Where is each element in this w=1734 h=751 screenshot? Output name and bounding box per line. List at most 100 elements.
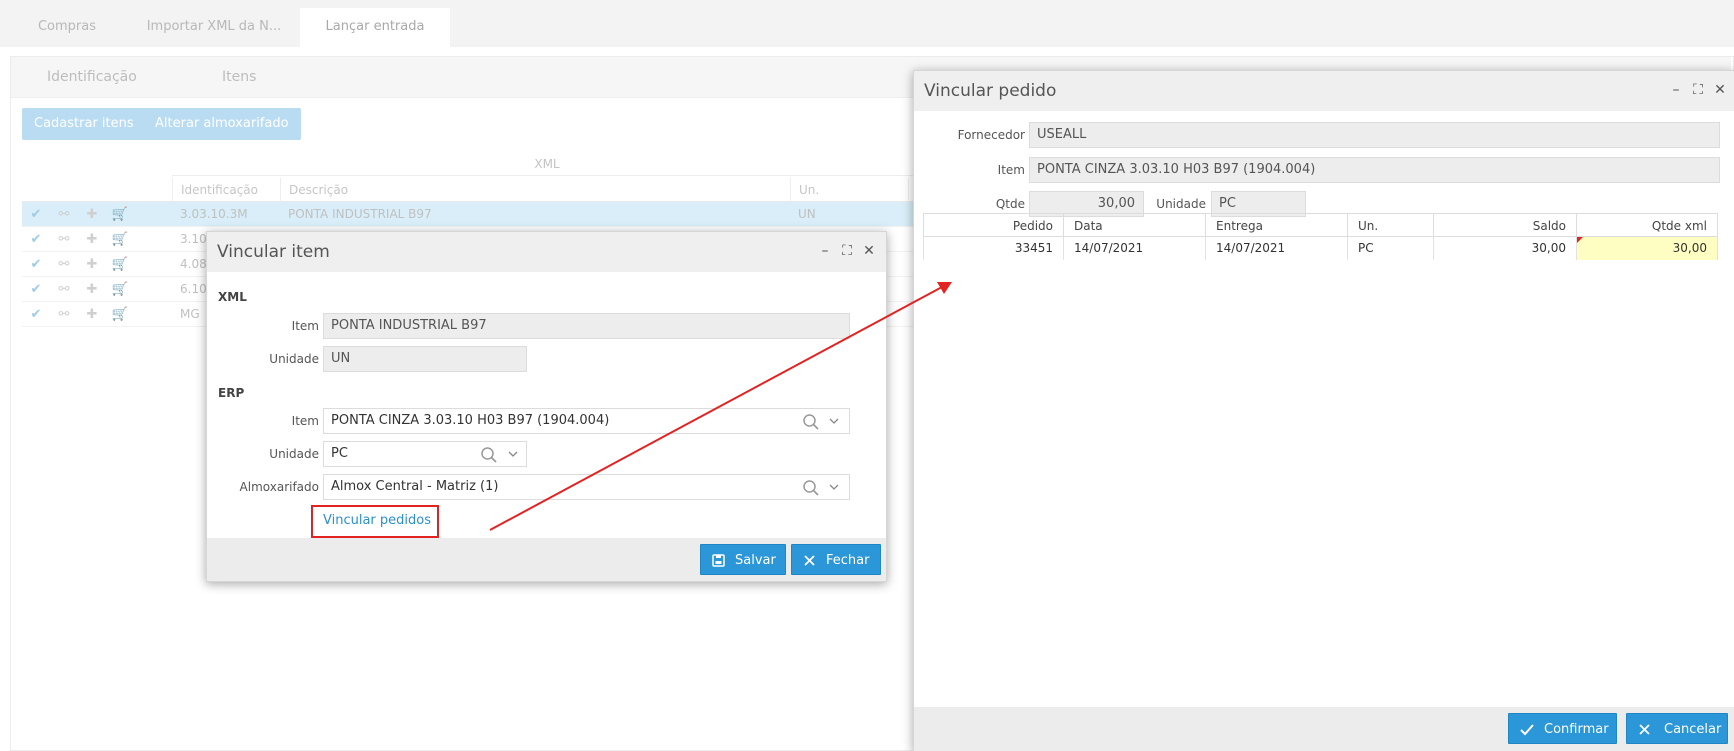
chevron-down-icon[interactable] bbox=[508, 450, 518, 458]
col-un[interactable]: Un. bbox=[790, 178, 908, 202]
vincular-pedidos-link[interactable]: Vincular pedidos bbox=[323, 513, 431, 528]
cell-data: 14/07/2021 bbox=[1064, 237, 1206, 260]
col-pedido[interactable]: Pedido bbox=[923, 213, 1064, 237]
xml-item-field: PONTA INDUSTRIAL B97 bbox=[323, 313, 850, 339]
close-button[interactable]: Fechar bbox=[791, 544, 881, 575]
cell-un: UN bbox=[798, 207, 816, 221]
dialog-title: Vincular item bbox=[217, 242, 330, 262]
plus-icon[interactable]: ✚ bbox=[78, 227, 106, 252]
close-icon bbox=[804, 555, 815, 566]
section-xml: XML bbox=[218, 290, 247, 304]
col-un[interactable]: Un. bbox=[1348, 213, 1434, 237]
col-data[interactable]: Data bbox=[1064, 213, 1206, 237]
cart-icon[interactable]: 🛒 bbox=[106, 277, 134, 302]
erp-item-combobox[interactable]: PONTA CINZA 3.03.10 H03 B97 (1904.004) bbox=[323, 408, 850, 434]
cancel-button[interactable]: Cancelar bbox=[1626, 713, 1728, 744]
plus-icon[interactable]: ✚ bbox=[78, 252, 106, 277]
link-icon[interactable]: ⚯ bbox=[50, 252, 78, 277]
col-saldo[interactable]: Saldo bbox=[1434, 213, 1577, 237]
link-icon[interactable]: ⚯ bbox=[50, 302, 78, 327]
fornecedor-field: USEALL bbox=[1029, 122, 1720, 148]
cart-icon[interactable]: 🛒 bbox=[106, 227, 134, 252]
erp-item-value: PONTA CINZA 3.03.10 H03 B97 (1904.004) bbox=[331, 413, 610, 428]
dialog-titlebar[interactable]: Vincular item – ⛶ ✕ bbox=[207, 232, 886, 272]
dialog-title: Vincular pedido bbox=[924, 81, 1057, 101]
cell-saldo: 30,00 bbox=[1434, 237, 1577, 260]
dialog-titlebar[interactable]: Vincular pedido – ⛶ ✕ bbox=[914, 71, 1734, 111]
close-label: Fechar bbox=[826, 553, 870, 568]
minimize-icon[interactable]: – bbox=[817, 243, 833, 259]
label-fornecedor: Fornecedor bbox=[957, 128, 1025, 142]
vincular-pedido-dialog: Vincular pedido – ⛶ ✕ Fornecedor USEALL … bbox=[913, 70, 1734, 751]
erp-unidade-combobox[interactable]: PC bbox=[323, 441, 527, 467]
confirm-button[interactable]: Confirmar bbox=[1508, 713, 1617, 744]
tab-compras[interactable]: Compras bbox=[8, 8, 126, 47]
label-erp-item: Item bbox=[291, 414, 319, 428]
tab-itens[interactable]: Itens bbox=[222, 57, 256, 98]
label-erp-unidade: Unidade bbox=[269, 447, 319, 461]
maximize-icon[interactable]: ⛶ bbox=[839, 243, 855, 259]
erp-almoxarifado-value: Almox Central - Matriz (1) bbox=[331, 479, 499, 494]
col-qtde-xml[interactable]: Qtde xml bbox=[1577, 213, 1718, 237]
chevron-down-icon[interactable] bbox=[829, 417, 839, 425]
plus-icon[interactable]: ✚ bbox=[78, 277, 106, 302]
grid-header: Identificação Descrição Un. Qu bbox=[22, 178, 934, 202]
close-icon[interactable]: ✕ bbox=[861, 243, 877, 259]
check-icon[interactable]: ✔ bbox=[22, 227, 50, 252]
link-icon[interactable]: ⚯ bbox=[50, 227, 78, 252]
tab-identificacao[interactable]: Identificação bbox=[47, 57, 137, 98]
erp-unidade-value: PC bbox=[331, 446, 348, 461]
top-tab-bar: Compras Importar XML da N... Lançar entr… bbox=[0, 0, 1734, 47]
erp-almoxarifado-combobox[interactable]: Almox Central - Matriz (1) bbox=[323, 474, 850, 500]
label-item: Item bbox=[997, 163, 1025, 177]
chevron-down-icon[interactable] bbox=[829, 483, 839, 491]
cart-icon[interactable]: 🛒 bbox=[106, 302, 134, 327]
col-descricao[interactable]: Descrição bbox=[280, 178, 790, 202]
cell-qtde-xml-input[interactable]: 30,00 bbox=[1577, 237, 1718, 260]
minimize-icon[interactable]: – bbox=[1668, 82, 1684, 98]
check-icon[interactable]: ✔ bbox=[22, 277, 50, 302]
label-qtde: Qtde bbox=[995, 197, 1025, 211]
check-icon[interactable]: ✔ bbox=[22, 302, 50, 327]
xml-unidade-field: UN bbox=[323, 346, 527, 372]
save-label: Salvar bbox=[735, 553, 776, 568]
link-icon[interactable]: ⚯ bbox=[50, 202, 78, 227]
item-field: PONTA CINZA 3.03.10 H03 B97 (1904.004) bbox=[1029, 157, 1720, 183]
dirty-cell-marker-icon bbox=[1577, 237, 1583, 243]
save-button[interactable]: Salvar bbox=[700, 544, 786, 575]
label-unidade: Unidade bbox=[1156, 197, 1206, 211]
cart-icon[interactable]: 🛒 bbox=[106, 252, 134, 277]
cart-icon[interactable]: 🛒 bbox=[106, 202, 134, 227]
search-icon[interactable] bbox=[802, 413, 820, 431]
plus-icon[interactable]: ✚ bbox=[78, 202, 106, 227]
table-row[interactable]: ✔ ⚯ ✚ 🛒 3.03.10.3M PONTA INDUSTRIAL B97 … bbox=[22, 202, 922, 227]
label-xml-unidade: Unidade bbox=[269, 352, 319, 366]
tab-lancar-entrada[interactable]: Lançar entrada bbox=[300, 8, 450, 47]
cancel-label: Cancelar bbox=[1664, 722, 1722, 737]
cell-descricao: PONTA INDUSTRIAL B97 bbox=[288, 207, 432, 221]
label-erp-almoxarifado: Almoxarifado bbox=[239, 480, 319, 494]
close-icon[interactable]: ✕ bbox=[1712, 82, 1728, 98]
col-identificacao[interactable]: Identificação bbox=[172, 178, 280, 202]
cadastrar-itens-button[interactable]: Cadastrar itens bbox=[22, 108, 146, 140]
confirm-label: Confirmar bbox=[1544, 722, 1609, 737]
save-icon bbox=[712, 554, 725, 567]
alterar-almoxarifado-button[interactable]: Alterar almoxarifado bbox=[143, 108, 301, 140]
label-xml-item: Item bbox=[291, 319, 319, 333]
maximize-icon[interactable]: ⛶ bbox=[1690, 82, 1706, 98]
dialog-footer: Confirmar Cancelar bbox=[914, 707, 1734, 751]
search-icon[interactable] bbox=[480, 446, 498, 464]
col-entrega[interactable]: Entrega bbox=[1206, 213, 1348, 237]
vincular-item-dialog: Vincular item – ⛶ ✕ XML Item PONTA INDUS… bbox=[206, 231, 887, 582]
plus-icon[interactable]: ✚ bbox=[78, 302, 106, 327]
cell-identificacao: 3.03.10.3M bbox=[180, 207, 248, 221]
link-icon[interactable]: ⚯ bbox=[50, 277, 78, 302]
cell-un: PC bbox=[1348, 237, 1434, 260]
search-icon[interactable] bbox=[802, 479, 820, 497]
check-icon bbox=[1520, 724, 1534, 736]
tab-importar-xml[interactable]: Importar XML da N... bbox=[130, 8, 298, 47]
check-icon[interactable]: ✔ bbox=[22, 202, 50, 227]
cell-pedido: 33451 bbox=[923, 237, 1064, 260]
section-erp: ERP bbox=[218, 386, 245, 400]
check-icon[interactable]: ✔ bbox=[22, 252, 50, 277]
